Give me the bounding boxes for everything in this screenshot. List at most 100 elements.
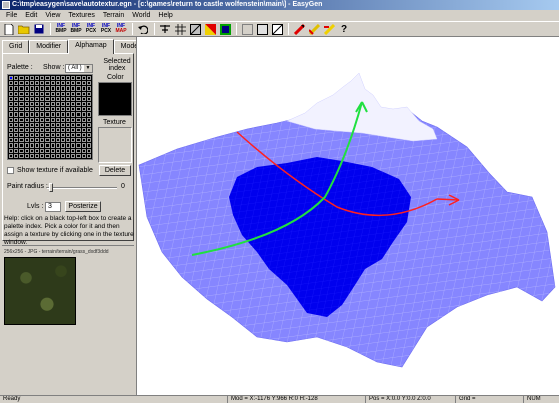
palette-cell[interactable] bbox=[76, 122, 81, 127]
palette-cell[interactable] bbox=[29, 143, 34, 148]
palette-cell[interactable] bbox=[9, 153, 14, 158]
palette-cell[interactable] bbox=[60, 101, 66, 107]
palette-cell[interactable] bbox=[55, 81, 60, 86]
palette-cell[interactable] bbox=[66, 138, 71, 143]
palette-cell[interactable] bbox=[19, 81, 24, 86]
menu-terrain[interactable]: Terrain bbox=[99, 10, 128, 21]
palette-cell[interactable] bbox=[86, 153, 91, 158]
palette-cell[interactable] bbox=[14, 127, 19, 133]
palette-cell[interactable] bbox=[9, 81, 14, 86]
palette-cell[interactable] bbox=[40, 81, 45, 86]
palette-cell[interactable] bbox=[81, 148, 86, 153]
palette-cell[interactable] bbox=[81, 101, 86, 107]
palette-cell[interactable] bbox=[76, 143, 81, 148]
palette-cell[interactable] bbox=[29, 127, 34, 133]
palette-cell[interactable] bbox=[76, 117, 81, 122]
palette-cell[interactable] bbox=[86, 76, 91, 81]
palette-cell[interactable] bbox=[50, 148, 55, 153]
palette-cell[interactable] bbox=[81, 127, 86, 133]
palette-cell[interactable] bbox=[34, 91, 40, 96]
palette-cell[interactable] bbox=[86, 148, 91, 153]
palette-grid[interactable] bbox=[7, 74, 93, 160]
undo-button[interactable] bbox=[136, 23, 150, 36]
palette-cell[interactable] bbox=[19, 127, 24, 133]
palette-cell[interactable] bbox=[60, 148, 66, 153]
palette-cell[interactable] bbox=[14, 86, 19, 91]
palette-cell[interactable] bbox=[45, 81, 50, 86]
delete-button[interactable]: Delete bbox=[99, 165, 131, 176]
palette-cell[interactable] bbox=[29, 96, 34, 101]
palette-cell[interactable] bbox=[60, 153, 66, 158]
palette-cell[interactable] bbox=[81, 153, 86, 158]
palette-cell[interactable] bbox=[76, 148, 81, 153]
palette-cell[interactable] bbox=[29, 112, 34, 117]
palette-cell[interactable] bbox=[45, 148, 50, 153]
terrain-canvas[interactable] bbox=[137, 37, 559, 395]
palette-cell[interactable] bbox=[66, 91, 71, 96]
palette-cell[interactable] bbox=[50, 91, 55, 96]
palette-cell[interactable] bbox=[34, 96, 40, 101]
palette-cell[interactable] bbox=[19, 122, 24, 127]
palette-cell[interactable] bbox=[14, 96, 19, 101]
palette-cell[interactable] bbox=[71, 117, 76, 122]
texture-thumbnail[interactable] bbox=[4, 257, 76, 325]
posterize-button[interactable]: Posterize bbox=[65, 201, 101, 212]
palette-cell[interactable] bbox=[50, 107, 55, 112]
palette-cell[interactable] bbox=[9, 133, 14, 138]
palette-cell[interactable] bbox=[71, 143, 76, 148]
palette-cell[interactable] bbox=[76, 91, 81, 96]
palette-cell[interactable] bbox=[86, 86, 91, 91]
palette-cell[interactable] bbox=[55, 112, 60, 117]
palette-cell[interactable] bbox=[86, 127, 91, 133]
palette-cell[interactable] bbox=[45, 112, 50, 117]
tab-grid[interactable]: Grid bbox=[2, 40, 30, 53]
palette-cell[interactable] bbox=[71, 112, 76, 117]
flat-shade-button[interactable] bbox=[188, 23, 202, 36]
palette-cell[interactable] bbox=[71, 76, 76, 81]
palette-cell[interactable] bbox=[50, 153, 55, 158]
palette-cell[interactable] bbox=[45, 107, 50, 112]
palette-cell[interactable] bbox=[50, 143, 55, 148]
palette-cell[interactable] bbox=[50, 96, 55, 101]
palette-cell[interactable] bbox=[40, 76, 45, 81]
palette-cell[interactable] bbox=[76, 138, 81, 143]
palette-cell[interactable] bbox=[19, 96, 24, 101]
palette-cell[interactable] bbox=[55, 91, 60, 96]
palette-cell[interactable] bbox=[60, 138, 66, 143]
palette-cell[interactable] bbox=[24, 117, 29, 122]
palette-cell[interactable] bbox=[24, 112, 29, 117]
palette-cell[interactable] bbox=[34, 143, 40, 148]
palette-cell[interactable] bbox=[60, 76, 66, 81]
palette-cell[interactable] bbox=[50, 133, 55, 138]
palette-cell[interactable] bbox=[24, 153, 29, 158]
palette-cell[interactable] bbox=[81, 122, 86, 127]
palette-cell[interactable] bbox=[60, 112, 66, 117]
palette-cell[interactable] bbox=[19, 143, 24, 148]
palette-cell[interactable] bbox=[34, 133, 40, 138]
palette-cell[interactable] bbox=[55, 138, 60, 143]
palette-cell[interactable] bbox=[55, 117, 60, 122]
palette-cell[interactable] bbox=[81, 117, 86, 122]
palette-cell[interactable] bbox=[55, 127, 60, 133]
export-pcx-button[interactable]: INF PCX bbox=[99, 23, 113, 36]
palette-cell[interactable] bbox=[86, 133, 91, 138]
import-pcx-button[interactable]: INF PCX bbox=[84, 23, 98, 36]
palette-cell[interactable] bbox=[14, 76, 19, 81]
palette-cell[interactable] bbox=[76, 133, 81, 138]
palette-cell[interactable] bbox=[50, 122, 55, 127]
palette-cell[interactable] bbox=[45, 138, 50, 143]
palette-cell[interactable] bbox=[71, 127, 76, 133]
palette-cell[interactable] bbox=[45, 76, 50, 81]
palette-cell[interactable] bbox=[34, 76, 40, 81]
palette-cell[interactable] bbox=[81, 138, 86, 143]
palette-cell[interactable] bbox=[19, 76, 24, 81]
palette-cell[interactable] bbox=[71, 91, 76, 96]
palette-cell[interactable] bbox=[86, 107, 91, 112]
palette-cell[interactable] bbox=[55, 107, 60, 112]
palette-cell[interactable] bbox=[19, 138, 24, 143]
align-button[interactable] bbox=[158, 23, 172, 36]
palette-cell[interactable] bbox=[40, 127, 45, 133]
palette-cell[interactable] bbox=[24, 143, 29, 148]
palette-cell[interactable] bbox=[60, 96, 66, 101]
palette-cell[interactable] bbox=[50, 138, 55, 143]
